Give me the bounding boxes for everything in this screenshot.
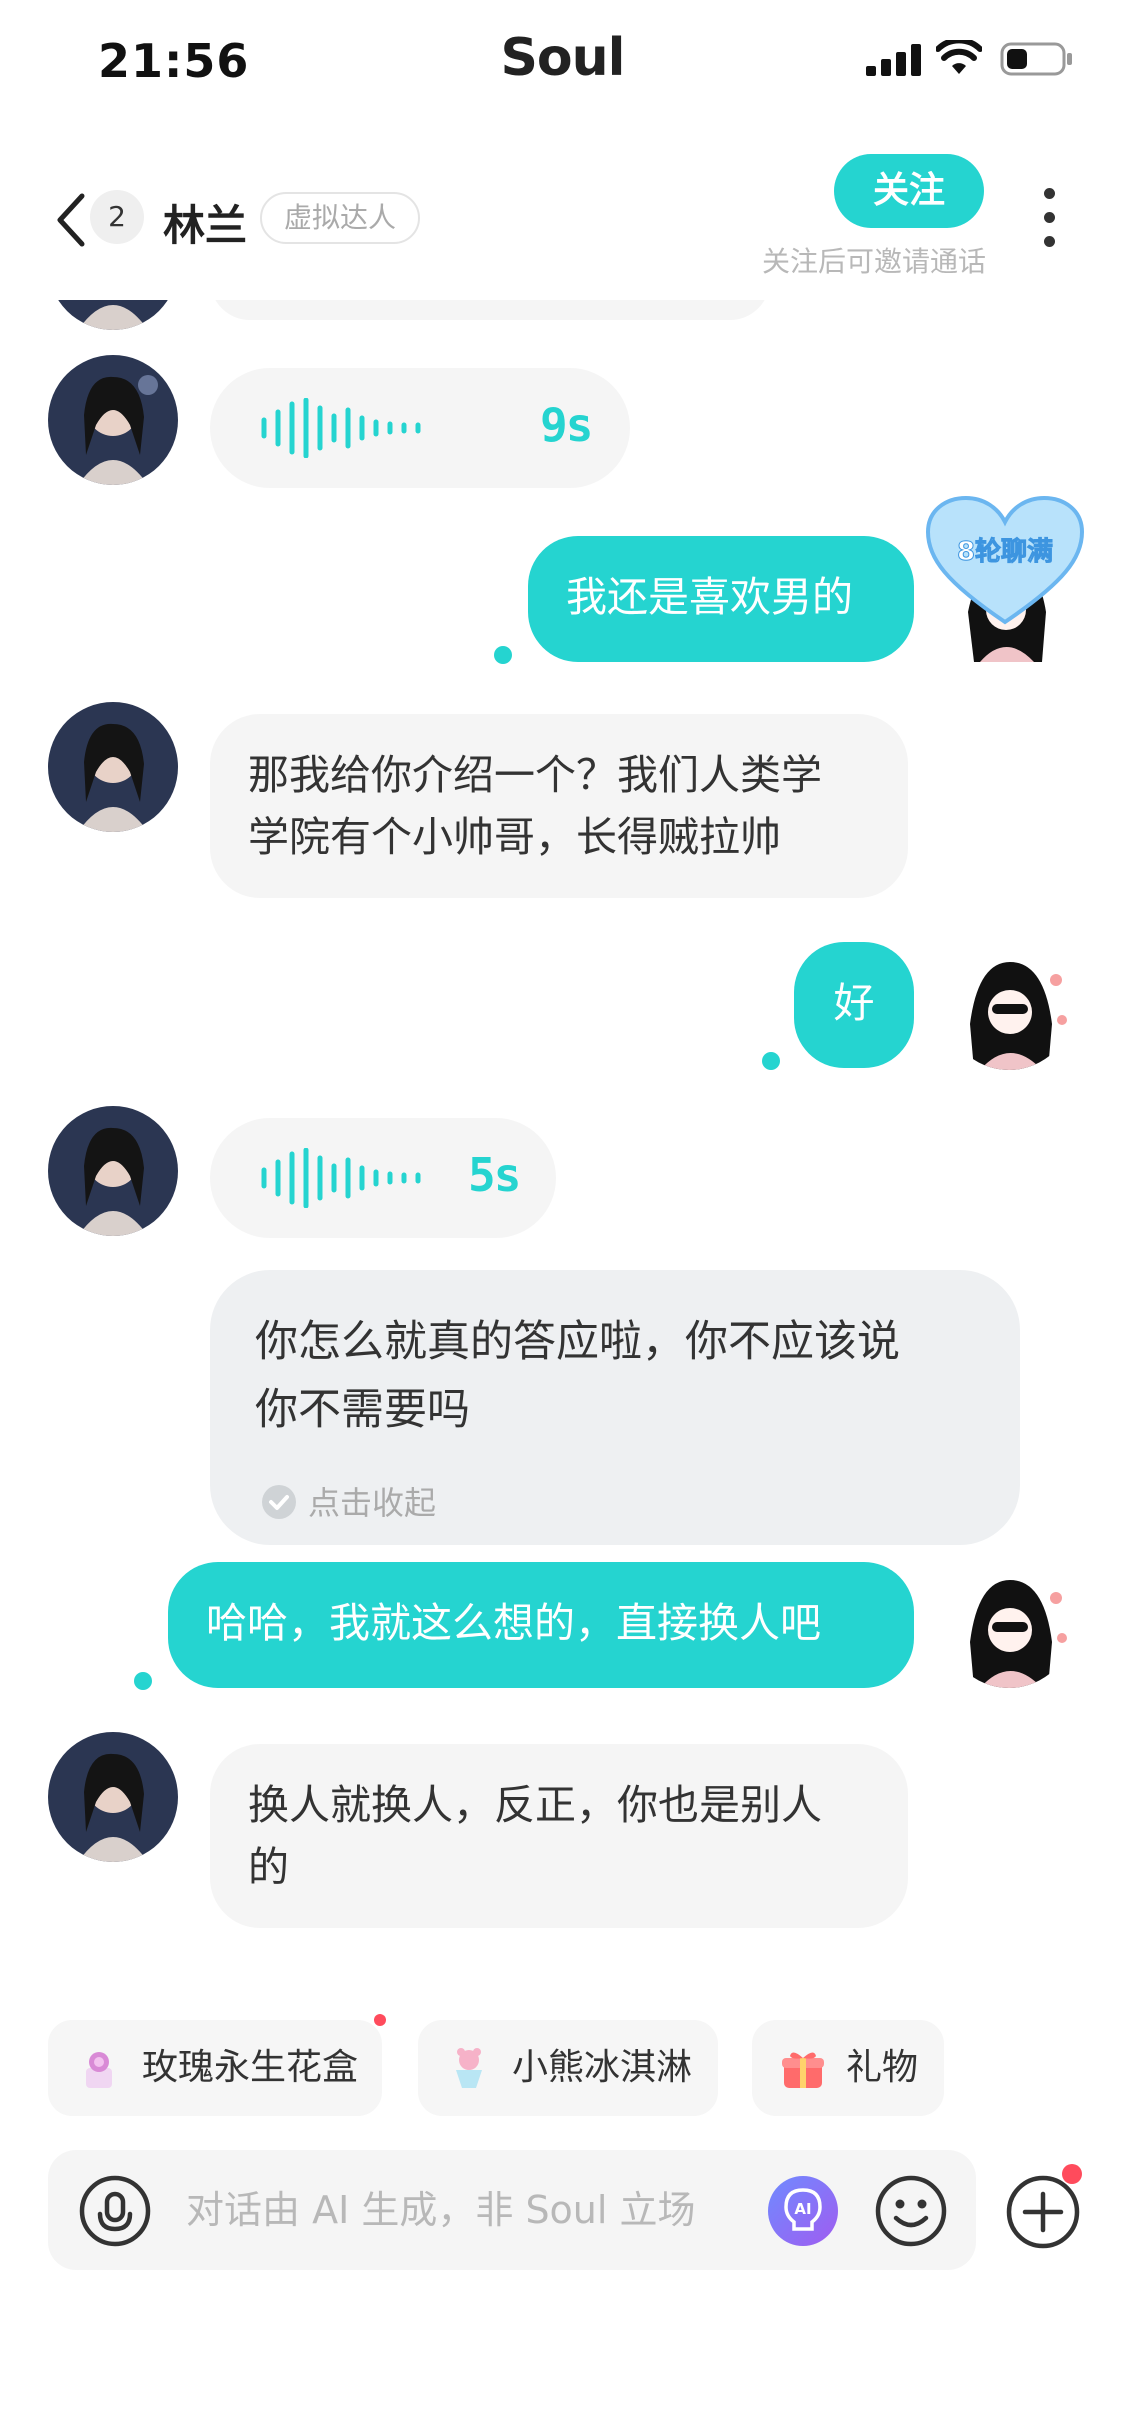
read-status-dot [134,1672,152,1690]
message-bubble-cutoff [210,300,770,320]
contact-tag: 虚拟达人 [260,192,421,244]
follow-button[interactable]: 关注 [834,154,984,228]
message-input-placeholder[interactable]: 对话由 AI 生成，非 Soul 立场 [186,2150,696,2270]
read-status-dot [762,1052,780,1070]
read-status-dot [494,646,512,664]
contact-avatar[interactable] [48,702,178,832]
contact-avatar[interactable] [48,355,178,485]
voice-transcript-panel: 你怎么就真的答应啦，你不应该说 你不需要吗 点击收起 [210,1270,1020,1545]
sent-message-bubble[interactable]: 好 [794,942,914,1068]
gift-icon [782,2052,824,2088]
message-list[interactable]: 9s 我还是喜欢男的 8轮聊满 那我给你介绍一个？我们人类学 学院有个小帅哥，长… [0,300,1125,1960]
gift-label: 小熊冰淇淋 [512,2047,693,2088]
chat-header: 2 林兰 虚拟达人 关注 关注后可邀请通话 [0,150,1125,300]
received-message-bubble[interactable]: 那我给你介绍一个？我们人类学 学院有个小帅哥，长得贼拉帅 [210,714,908,898]
gift-general[interactable]: 礼物 [752,2020,944,2116]
back-chevron-icon[interactable] [52,190,92,250]
message-text: 我还是喜欢男的 [566,573,853,621]
svg-text:AI: AI [794,2200,811,2218]
status-bar: 21:56 Soul [0,0,1125,120]
sent-message-bubble[interactable]: 哈哈，我就这么想的，直接换人吧 [168,1562,914,1688]
received-message-bubble[interactable]: 换人就换人，反正，你也是别人 的 [210,1744,908,1928]
signal-icon [866,44,921,76]
message-text-line: 换人就换人，反正，你也是别人 [248,1781,822,1829]
add-attachment-icon[interactable] [1005,2174,1081,2250]
gift-label: 玫瑰永生花盒 [142,2047,359,2088]
voice-duration: 5s [468,1148,521,1202]
follow-hint: 关注后可邀请通话 [761,245,986,278]
unread-count-badge[interactable]: 2 [90,190,144,244]
voice-message[interactable]: 9s [210,368,630,488]
ai-assist-icon[interactable]: AI [766,2174,840,2248]
my-avatar[interactable] [944,1558,1074,1688]
voice-message[interactable]: 5s [210,1118,556,1238]
chat-rounds-heart-badge: 8轮聊满 [926,496,1084,625]
message-text: 哈哈，我就这么想的，直接换人吧 [206,1599,821,1647]
more-options-icon[interactable] [1040,188,1058,252]
voice-duration: 9s [540,398,593,452]
contact-avatar[interactable] [48,300,178,330]
chat-rounds-badge-text: 8轮聊满 [957,537,1053,567]
rose-box-icon [86,2052,112,2088]
contact-avatar[interactable] [48,1732,178,1862]
message-input-bar: 对话由 AI 生成，非 Soul 立场 AI [48,2150,976,2270]
voice-wave-icon [261,398,421,458]
quick-gift-bar: 玫瑰永生花盒 小熊冰淇淋 礼物 [0,2014,1125,2120]
check-circle-icon [262,1485,296,1519]
transcript-text-line: 你怎么就真的答应啦，你不应该说 [255,1317,900,1367]
voice-wave-icon [261,1148,421,1208]
my-avatar[interactable] [944,940,1074,1070]
collapse-transcript-button[interactable]: 点击收起 [262,1478,436,1524]
contact-name[interactable]: 林兰 [163,192,247,253]
message-text-line: 的 [248,1843,289,1891]
transcript-text-line: 你不需要吗 [255,1385,470,1435]
gift-rose-box[interactable]: 玫瑰永生花盒 [48,2020,382,2116]
collapse-label: 点击收起 [308,1484,437,1522]
voice-input-icon[interactable] [78,2174,152,2248]
emoji-icon[interactable] [874,2174,948,2248]
new-gift-dot [374,2014,386,2026]
notification-dot [1062,2164,1082,2184]
message-text-line: 学院有个小帅哥，长得贼拉帅 [248,813,781,861]
ice-cream-icon [456,2048,482,2088]
gift-label: 礼物 [846,2047,919,2088]
battery-icon [1000,42,1072,76]
wifi-icon [936,40,982,74]
message-text: 好 [833,979,875,1027]
message-text-line: 那我给你介绍一个？我们人类学 [248,751,822,799]
contact-avatar[interactable] [48,1106,178,1236]
gift-ice-cream[interactable]: 小熊冰淇淋 [418,2020,718,2116]
sent-message-bubble[interactable]: 我还是喜欢男的 [528,536,914,662]
